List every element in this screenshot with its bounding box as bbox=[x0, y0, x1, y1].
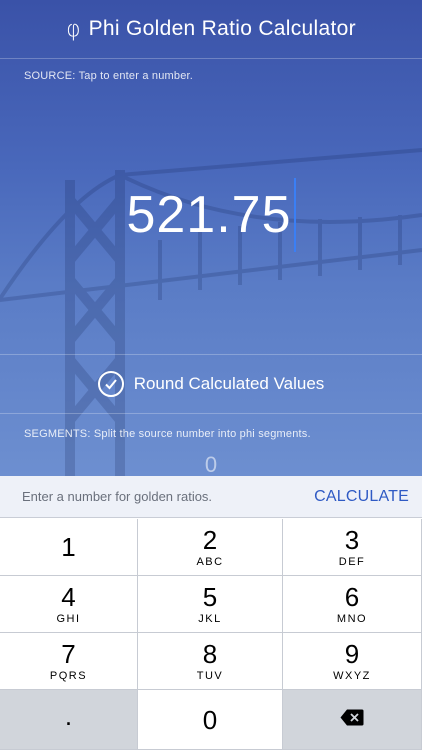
key-letters: JKL bbox=[198, 613, 222, 625]
key-3[interactable]: 3 DEF bbox=[283, 519, 422, 576]
app-title: Phi Golden Ratio Calculator bbox=[88, 17, 356, 40]
round-values-label[interactable]: Round Calculated Values bbox=[134, 374, 325, 394]
segments-value[interactable]: 0 bbox=[0, 452, 422, 476]
numeric-keypad: 1 2 ABC 3 DEF 4 GHI 5 JKL 6 MNO 7 PQRS 8… bbox=[0, 519, 422, 750]
key-letters: DEF bbox=[338, 556, 366, 568]
key-letters: MNO bbox=[336, 613, 368, 625]
key-9[interactable]: 9 WXYZ bbox=[283, 633, 422, 690]
phi-icon: φ bbox=[66, 16, 81, 42]
calculator-panel: φ Phi Golden Ratio Calculator SOURCE: Ta… bbox=[0, 0, 422, 476]
key-digit: 9 bbox=[344, 639, 360, 669]
key-digit: 0 bbox=[202, 704, 218, 735]
key-6[interactable]: 6 MNO bbox=[283, 576, 422, 633]
key-digit: 4 bbox=[61, 582, 76, 612]
key-delete[interactable] bbox=[283, 690, 422, 750]
round-values-toggle[interactable]: Round Calculated Values bbox=[0, 355, 422, 413]
key-digit: 5 bbox=[202, 582, 218, 612]
source-value-field[interactable]: 521.75 bbox=[0, 175, 422, 255]
key-letters: ABC bbox=[196, 556, 224, 568]
divider bbox=[0, 413, 422, 414]
segments-label: SEGMENTS: Split the source number into p… bbox=[24, 428, 311, 440]
key-digit: 1 bbox=[61, 532, 76, 562]
key-5[interactable]: 5 JKL bbox=[138, 576, 283, 633]
key-letters: GHI bbox=[56, 613, 81, 625]
source-value[interactable]: 521.75 bbox=[126, 185, 291, 245]
calculate-button[interactable]: CALCULATE bbox=[314, 488, 409, 506]
key-4[interactable]: 4 GHI bbox=[0, 576, 138, 633]
key-decimal-label: . bbox=[64, 700, 73, 731]
key-decimal[interactable]: . bbox=[0, 690, 138, 750]
key-1[interactable]: 1 bbox=[0, 519, 138, 576]
key-digit: 7 bbox=[61, 639, 76, 669]
backspace-icon bbox=[340, 709, 364, 731]
key-8[interactable]: 8 TUV bbox=[138, 633, 283, 690]
key-digit: 2 bbox=[202, 525, 218, 555]
key-7[interactable]: 7 PQRS bbox=[0, 633, 138, 690]
app-header: φ Phi Golden Ratio Calculator bbox=[0, 0, 422, 59]
input-bar: CALCULATE bbox=[0, 476, 422, 518]
key-0[interactable]: 0 bbox=[138, 690, 283, 750]
checkmark-circle-icon[interactable] bbox=[97, 371, 124, 397]
key-letters: TUV bbox=[196, 670, 224, 682]
source-label: SOURCE: Tap to enter a number. bbox=[24, 70, 194, 82]
key-letters: PQRS bbox=[49, 670, 88, 682]
key-letters: WXYZ bbox=[333, 670, 371, 682]
key-2[interactable]: 2 ABC bbox=[138, 519, 283, 576]
key-digit: 3 bbox=[344, 525, 360, 555]
key-digit: 6 bbox=[344, 582, 360, 612]
key-digit: 8 bbox=[202, 639, 218, 669]
golden-ratio-input[interactable] bbox=[20, 488, 274, 505]
text-cursor bbox=[293, 178, 296, 252]
